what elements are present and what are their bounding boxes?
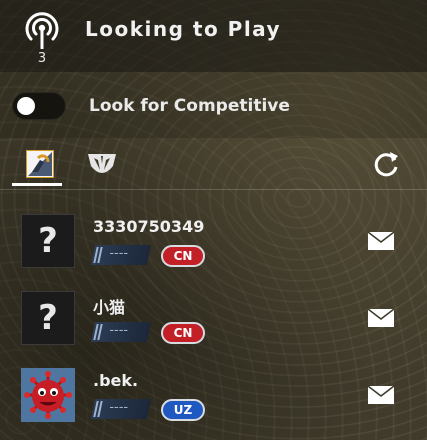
friend-name: .bek. [93,371,139,390]
mail-icon[interactable] [367,308,395,327]
competitive-label: Look for Competitive [89,96,290,116]
tab-danger-zone[interactable] [84,148,124,180]
header-bar: 3 Looking to Play [0,0,427,72]
friend-name: 3330750349 [93,217,205,236]
avatar [21,368,75,422]
rank-badge: ---- [90,399,152,419]
cs-logo-icon [26,150,54,178]
broadcast-icon: 3 [22,11,62,67]
game-tabs [0,138,427,190]
danger-zone-icon [88,154,116,173]
avatar-placeholder: ? [38,298,58,338]
country-badge: UZ [161,399,205,421]
active-tab-indicator [12,183,62,186]
mail-icon[interactable] [367,231,395,250]
avatar: ? [21,214,75,268]
rank-badge: ---- [90,245,152,265]
page-title: Looking to Play [85,17,282,41]
country-badge: CN [161,322,205,344]
rank-slash [93,324,103,340]
avatar-placeholder: ? [38,221,58,261]
competitive-row: Look for Competitive [0,72,427,138]
rank-badge: ---- [90,322,152,342]
friend-row[interactable]: ? 小猫 ---- CN [0,291,427,361]
competitive-toggle[interactable] [12,92,66,120]
rank-slash [93,401,103,417]
friend-row[interactable]: .bek. ---- UZ [0,368,427,438]
tab-counter-strike[interactable] [22,148,62,180]
broadcast-count: 3 [37,51,47,66]
virus-avatar-image [21,368,75,422]
rank-text: ---- [109,323,129,338]
rank-text: ---- [109,246,129,261]
country-badge: CN [161,245,205,267]
mail-icon[interactable] [367,385,395,404]
friend-name: 小猫 [93,298,126,317]
rank-text: ---- [109,400,129,415]
avatar: ? [21,291,75,345]
refresh-icon[interactable] [370,148,402,180]
friend-row[interactable]: ? 3330750349 ---- CN [0,214,427,284]
toggle-knob [17,97,35,115]
rank-slash [93,247,103,263]
